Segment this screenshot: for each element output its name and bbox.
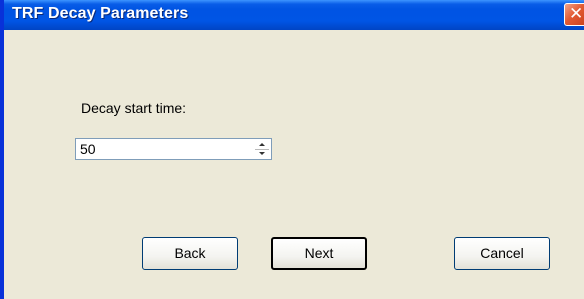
decay-start-time-label: Decay start time:: [81, 100, 187, 116]
arrow-up-icon: [259, 143, 265, 146]
arrow-down-icon: [259, 152, 265, 155]
decay-start-time-spinner: [75, 138, 272, 160]
back-button[interactable]: Back: [142, 237, 238, 270]
spin-down-button[interactable]: [255, 149, 269, 157]
window-title: TRF Decay Parameters: [12, 5, 189, 22]
spin-buttons: [255, 141, 269, 157]
close-button[interactable]: ✕: [564, 3, 584, 26]
decay-start-time-input[interactable]: [78, 140, 252, 158]
title-bar[interactable]: TRF Decay Parameters ✕: [4, 0, 584, 30]
spin-up-button[interactable]: [255, 141, 269, 149]
dialog-content: Decay start time: Back Next Cancel: [4, 30, 584, 299]
next-button[interactable]: Next: [271, 237, 367, 270]
close-icon: ✕: [569, 4, 584, 24]
dialog-window: TRF Decay Parameters ✕ Decay start time:…: [0, 0, 584, 299]
cancel-button[interactable]: Cancel: [454, 237, 550, 270]
